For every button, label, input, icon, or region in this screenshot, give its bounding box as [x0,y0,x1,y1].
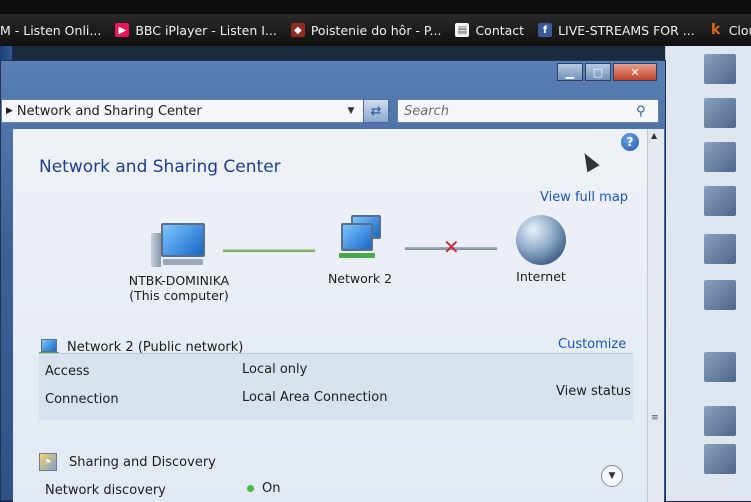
status-on-icon [247,485,254,492]
sharing-title: Sharing and Discovery [69,454,216,470]
disconnected-x-icon[interactable]: ✕ [443,235,460,259]
page-title: Network and Sharing Center [39,157,281,177]
facebook-icon: f [538,23,553,37]
sharing-icon: ⚑ [39,453,57,471]
breadcrumb: Network and Sharing Center [16,103,202,119]
computer-sub: (This computer) [129,288,229,303]
bookmark-live-streams[interactable]: f LIVE-STREAMS FOR ... [538,23,695,38]
breadcrumb-arrow-icon: ▶ [6,106,13,116]
view-status-link[interactable]: View status [556,384,631,399]
network-discovery-label: Network discovery [45,483,166,498]
maximize-icon: □ [592,65,604,79]
bookmark-label: Poistenie do hôr - P... [310,22,442,38]
screen-top-edge [0,0,751,14]
bookmark-label: Contact [475,22,525,38]
avatar[interactable] [704,280,736,310]
scroll-up-icon[interactable]: ▲ [651,131,657,140]
avatar[interactable] [704,444,736,474]
close-icon: ✕ [630,65,640,79]
bookmark-label: BBC iPlayer - Listen I... [135,22,277,38]
bookmarks-bar: M - Listen Onli... ▶ BBC iPlayer - Liste… [0,14,751,46]
avatar[interactable] [704,406,736,436]
vertical-scrollbar[interactable]: ▲ ≡ [647,129,664,502]
bookmark-bbc-iplayer[interactable]: ▶ BBC iPlayer - Listen I... [115,23,277,38]
connection-line [223,249,315,252]
avatar[interactable] [704,234,736,264]
network-details: Access Local only Connection Local Area … [39,353,633,420]
connection-label: Connection [45,392,119,407]
k-icon: k [711,22,721,38]
avatar[interactable] [704,352,736,382]
customize-link[interactable]: Customize [558,337,626,352]
access-label: Access [45,364,90,379]
content-pane: ? Network and Sharing Center View full m… [13,129,647,502]
help-icon[interactable]: ? [621,133,639,151]
avatar[interactable] [704,186,736,216]
explorer-window: ▁ □ ✕ ▶ Network and Sharing Center ▼ ⇄ S… [0,60,666,502]
document-icon: ▤ [455,23,470,37]
bookmark-label: M - Listen Onli... [0,22,102,38]
connection-value: Local Area Connection [242,390,388,405]
avatar[interactable] [704,54,736,84]
internet-label[interactable]: Internet [501,269,581,284]
avatar[interactable] [704,142,736,172]
window-controls: ▁ □ ✕ [557,63,659,81]
refresh-button[interactable]: ⇄ [363,99,389,123]
minimize-icon: ▁ [565,65,575,79]
computer-label[interactable]: NTBK-DOMINIKA (This computer) [117,273,241,303]
close-button[interactable]: ✕ [613,63,657,81]
view-full-map-link[interactable]: View full map [540,190,628,205]
bookmark-listen-online[interactable]: M - Listen Onli... [0,23,101,38]
iplayer-icon: ▶ [115,23,130,37]
access-value: Local only [242,362,308,377]
search-input[interactable]: Search [398,104,636,119]
scroll-grip-icon[interactable]: ≡ [651,413,659,423]
network-discovery-status: On [247,481,280,496]
bookmark-poistenie[interactable]: ◆ Poistenie do hôr - P... [290,22,442,38]
address-bar[interactable]: ▶ Network and Sharing Center ▼ [1,99,389,123]
bookmark-contact[interactable]: ▤ Contact [455,23,524,38]
watermark: Saxana [676,479,730,494]
maximize-button[interactable]: □ [585,63,611,81]
sharing-section-header: ⚑ Sharing and Discovery [39,453,633,471]
network-label[interactable]: Network 2 [315,271,405,286]
computer-name: NTBK-DOMINIKA [128,273,230,288]
bookmark-label: LIVE-STREAMS FOR ... [558,22,695,38]
expand-button[interactable]: ▼ [601,465,623,487]
search-icon[interactable]: ⚲ [636,104,658,119]
chevron-down-icon[interactable]: ▼ [342,106,360,116]
search-box: Search ⚲ [397,99,659,123]
minimize-button[interactable]: ▁ [557,63,583,81]
refresh-icon: ⇄ [370,103,382,119]
social-sidebar [665,46,751,501]
bookmark-cloud[interactable]: k Cloud R [709,22,751,38]
bookmark-label: Cloud R [728,22,751,38]
chevron-down-icon: ▼ [608,471,616,481]
network-discovery-value: On [262,481,281,496]
avatar[interactable] [704,98,736,128]
site-icon: ◆ [290,23,305,37]
internet-globe-icon[interactable] [516,215,566,265]
